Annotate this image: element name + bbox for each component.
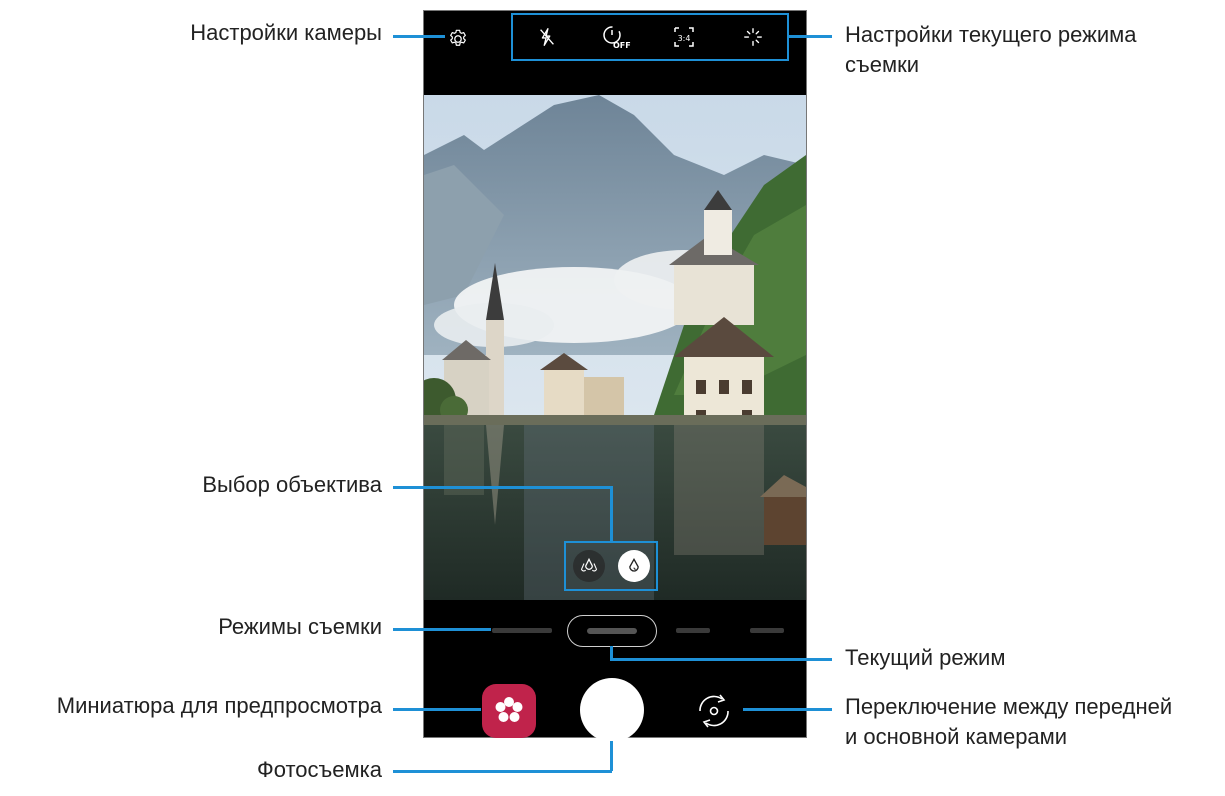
callout-line-shutter-vertical bbox=[610, 741, 613, 771]
label-lens-selection: Выбор объектива bbox=[202, 472, 382, 497]
lens-selector bbox=[564, 541, 658, 591]
callout-line-thumbnail bbox=[393, 708, 481, 711]
ultra-wide-lens-icon bbox=[580, 557, 597, 572]
label-shooting-modes: Режимы съемки bbox=[218, 614, 382, 639]
callout-line-lens-selection-vertical bbox=[610, 486, 613, 541]
camera-viewfinder[interactable] bbox=[424, 95, 806, 600]
wide-lens-icon bbox=[628, 557, 639, 572]
callout-line-shutter bbox=[393, 770, 612, 773]
label-switch-camera-line2: и основной камерами bbox=[845, 724, 1068, 749]
timer-off-icon: OFF bbox=[603, 26, 631, 50]
aspect-ratio-button[interactable]: 3:4 bbox=[668, 21, 700, 53]
switch-camera-icon bbox=[699, 694, 729, 728]
current-mode-label bbox=[587, 628, 637, 634]
preview-thumbnail-button[interactable] bbox=[482, 684, 536, 738]
callout-line-current-mode bbox=[610, 658, 832, 661]
mode-item[interactable] bbox=[676, 628, 710, 633]
callout-line-switch-camera bbox=[743, 708, 832, 711]
label-preview-thumbnail: Миниатюра для предпросмотра bbox=[56, 693, 382, 718]
wide-lens-button[interactable] bbox=[617, 550, 650, 582]
gallery-flower-icon bbox=[495, 697, 523, 722]
timer-button[interactable]: OFF bbox=[600, 21, 632, 53]
label-take-photo: Фотосъемка bbox=[257, 757, 382, 782]
flash-off-icon bbox=[540, 28, 555, 46]
label-current-mode: Текущий режим bbox=[845, 645, 1006, 670]
callout-line-shooting-modes bbox=[393, 628, 491, 631]
flash-toggle-button[interactable] bbox=[531, 21, 563, 53]
current-mode-settings-toolbar: OFF 3:4 bbox=[511, 13, 789, 61]
shutter-button[interactable] bbox=[580, 678, 644, 742]
aspect-ratio-label: 3:4 bbox=[678, 34, 691, 43]
aspect-ratio-icon: 3:4 bbox=[674, 27, 694, 47]
current-mode-button[interactable] bbox=[567, 615, 657, 647]
camera-settings-button[interactable] bbox=[444, 25, 472, 53]
mode-item[interactable] bbox=[750, 628, 784, 633]
callout-line-mode-settings bbox=[788, 35, 832, 38]
callout-line-lens-selection bbox=[393, 486, 611, 489]
timer-off-label: OFF bbox=[613, 41, 631, 50]
filter-effects-icon bbox=[743, 28, 762, 46]
callout-line-camera-settings bbox=[393, 35, 445, 38]
filter-effects-button[interactable] bbox=[737, 21, 769, 53]
mode-item[interactable] bbox=[492, 628, 552, 633]
camera-screen-diagram: OFF 3:4 Настройки камеры Настройки текущ… bbox=[0, 0, 1225, 796]
label-switch-camera-line1: Переключение между передней bbox=[845, 694, 1173, 719]
switch-camera-button[interactable] bbox=[686, 688, 742, 734]
gear-icon bbox=[450, 29, 466, 46]
label-camera-settings: Настройки камеры bbox=[190, 20, 382, 45]
label-mode-settings-line1: Настройки текущего режима bbox=[845, 22, 1137, 47]
landscape-preview-image bbox=[424, 95, 806, 600]
label-mode-settings-line2: съемки bbox=[845, 52, 920, 77]
ultra-wide-lens-button[interactable] bbox=[572, 550, 605, 582]
